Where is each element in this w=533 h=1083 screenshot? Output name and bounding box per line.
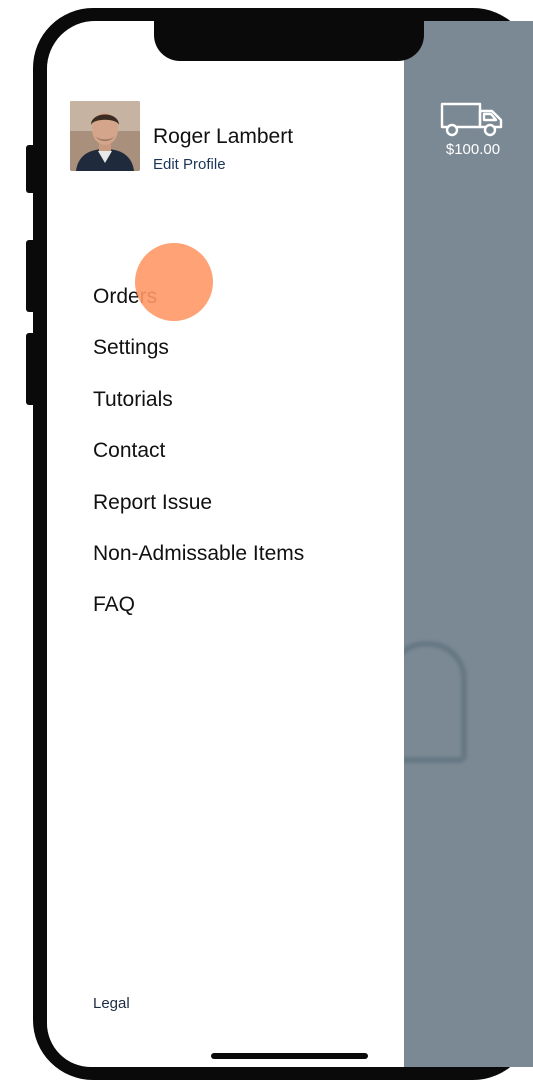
menu-item-settings[interactable]: Settings — [93, 334, 304, 385]
avatar[interactable] — [70, 101, 140, 171]
truck-icon[interactable] — [440, 101, 504, 137]
menu-item-report-issue[interactable]: Report Issue — [93, 489, 304, 540]
legal-link[interactable]: Legal — [93, 995, 130, 1012]
menu-item-non-admissable-items[interactable]: Non-Admissable Items — [93, 540, 304, 591]
navigation-drawer: Roger Lambert Edit Profile Orders Settin… — [47, 21, 404, 1067]
home-indicator[interactable] — [211, 1053, 368, 1059]
phone-frame: $100.00 Roger Lambert Edit Profile Order… — [33, 8, 533, 1080]
user-name: Roger Lambert — [153, 125, 294, 148]
screen: $100.00 Roger Lambert Edit Profile Order… — [47, 21, 533, 1067]
menu-item-tutorials[interactable]: Tutorials — [93, 386, 304, 437]
touch-indicator — [135, 243, 213, 321]
menu-item-faq[interactable]: FAQ — [93, 591, 304, 642]
edit-profile-link[interactable]: Edit Profile — [153, 156, 226, 173]
menu-item-contact[interactable]: Contact — [93, 437, 304, 488]
avatar-image — [70, 101, 140, 171]
dimmed-app-backdrop[interactable] — [404, 21, 533, 1067]
notch — [154, 8, 424, 61]
cart-total[interactable]: $100.00 — [435, 141, 511, 158]
drawer-menu: Orders Settings Tutorials Contact Report… — [93, 283, 304, 643]
